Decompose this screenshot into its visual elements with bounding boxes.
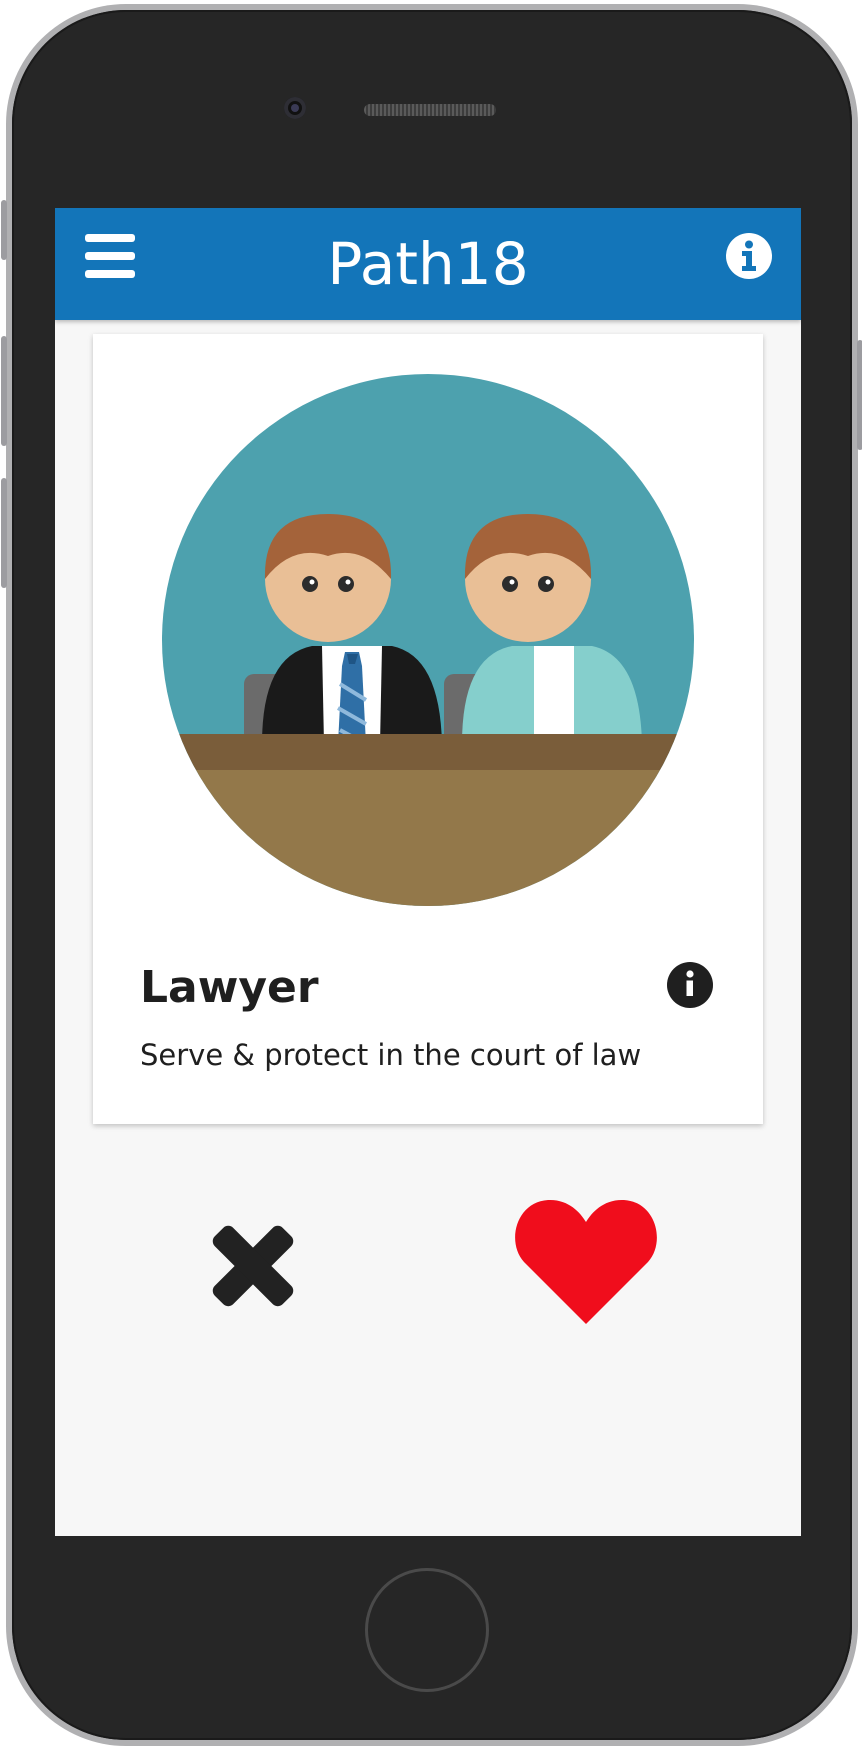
app-bar: Path18 [55,208,801,320]
reject-button[interactable] [205,1218,301,1314]
volume-up-button [1,336,7,446]
like-button[interactable] [514,1196,658,1326]
job-info-button[interactable] [666,961,714,1009]
info-icon [667,962,713,1008]
job-description: Serve & protect in the court of law [140,1038,642,1072]
home-button[interactable] [365,1568,489,1692]
volume-down-button [1,478,7,588]
career-card[interactable]: Lawyer Serve & protect in the court of l… [93,334,763,1124]
app-info-button[interactable] [725,232,773,280]
earpiece-speaker [364,104,496,116]
info-icon [726,233,772,279]
app-screen: Path18 Lawyer Serve & protect in the cou… [55,208,801,1536]
power-button [857,340,862,450]
job-title: Lawyer [140,962,319,1013]
career-illustration [162,374,694,906]
app-title: Path18 [327,230,529,298]
front-camera [284,97,306,119]
mute-switch [1,200,7,260]
close-x-icon [212,1225,294,1307]
heart-icon [515,1199,657,1324]
